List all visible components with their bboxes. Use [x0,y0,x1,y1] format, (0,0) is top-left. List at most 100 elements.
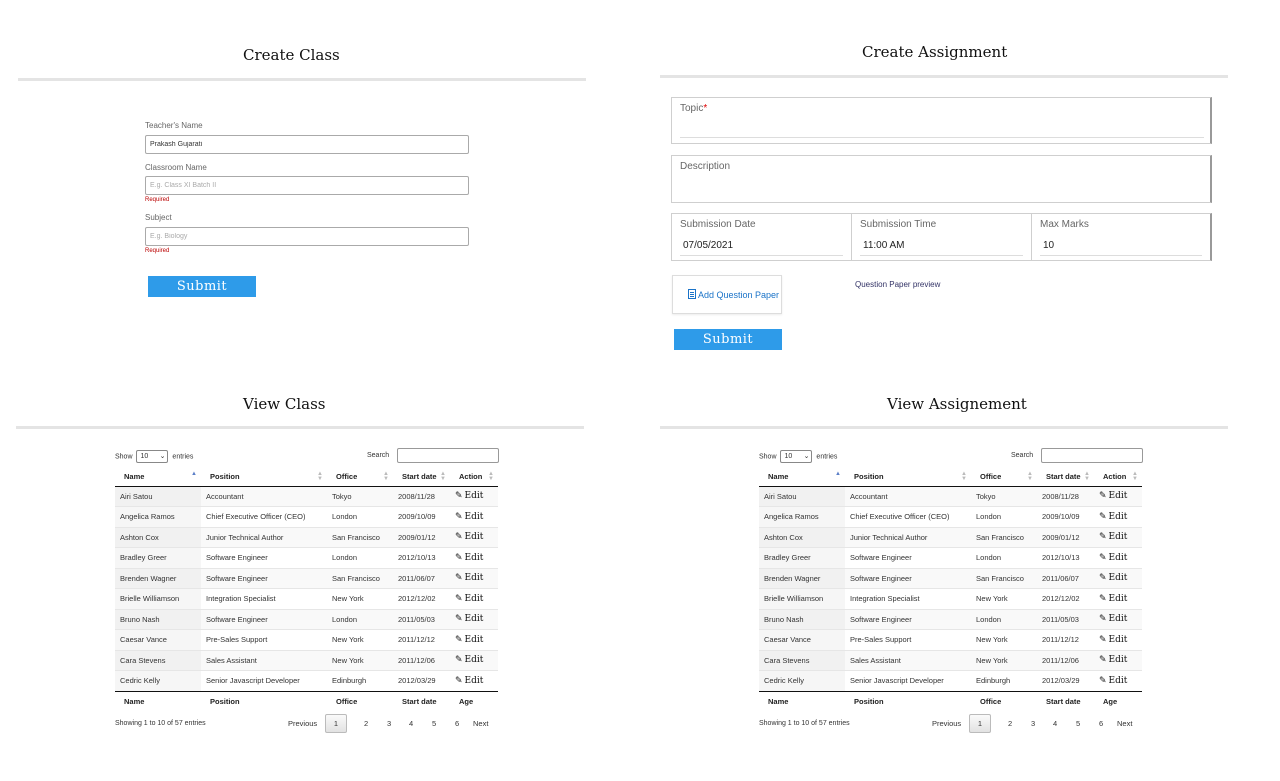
max-marks-value: 10 [1043,240,1055,251]
next-page-link[interactable]: Next [473,719,488,728]
pencil-icon: ✎ [1099,552,1107,563]
max-marks-field[interactable]: Max Marks 10 [1032,214,1210,260]
table-cell: Airi Satou [115,486,201,507]
previous-page-link[interactable]: Previous [932,719,961,728]
action-cell: ✎ Edit [1094,486,1142,507]
view-class-title: View Class [243,395,326,413]
search-label: Search [1011,452,1034,459]
edit-link[interactable]: ✎ Edit [1099,532,1127,542]
sort-arrows-icon: ▲ ▼ [1084,471,1090,482]
action-cell: ✎ Edit [450,547,498,568]
edit-link[interactable]: ✎ Edit [1099,594,1127,604]
description-field[interactable]: Description [671,155,1212,203]
submission-time-field[interactable]: Submission Time 11:00 AM [852,214,1032,260]
page-1-link[interactable]: 2 [1008,719,1012,728]
column-header[interactable]: Office ▲ ▼ [971,468,1037,487]
page-5-link[interactable]: 6 [455,719,459,728]
edit-link[interactable]: ✎ Edit [455,512,483,522]
page-0-link[interactable]: 1 [969,714,991,733]
submission-date-field[interactable]: Submission Date 07/05/2021 [672,214,852,260]
column-header[interactable]: Action ▲ ▼ [1094,468,1142,487]
submission-time-label: Submission Time [860,219,937,230]
column-header[interactable]: Position ▲ ▼ [845,468,971,487]
add-question-paper-button[interactable]: Add Question Paper [672,275,782,314]
entries-select[interactable]: 10 ⌄ [780,450,813,463]
edit-link[interactable]: ✎ Edit [455,676,483,686]
pencil-icon: ✎ [455,511,463,522]
edit-link[interactable]: ✎ Edit [455,532,483,542]
column-header[interactable]: Office ▲ ▼ [327,468,393,487]
subject-input[interactable] [145,227,469,246]
classroom-name-input[interactable] [145,176,469,195]
edit-label: Edit [464,511,484,522]
edit-link[interactable]: ✎ Edit [1099,573,1127,583]
edit-link[interactable]: ✎ Edit [1099,491,1127,501]
page-2-link[interactable]: 3 [387,719,391,728]
previous-page-link[interactable]: Previous [288,719,317,728]
edit-link[interactable]: ✎ Edit [455,491,483,501]
page-4-link[interactable]: 5 [1076,719,1080,728]
edit-link[interactable]: ✎ Edit [1099,676,1127,686]
teacher-name-input[interactable] [145,135,469,154]
search-input[interactable] [1041,448,1143,463]
column-header-label: Position [210,472,240,482]
pencil-icon: ✎ [455,593,463,604]
table-cell: 2011/12/06 [393,649,450,671]
action-cell: ✎ Edit [450,649,498,671]
page-0-link[interactable]: 1 [325,714,347,733]
column-header[interactable]: Name ▲ [759,468,845,487]
max-marks-underline [1040,255,1202,256]
edit-link[interactable]: ✎ Edit [1099,655,1127,665]
edit-link[interactable]: ✎ Edit [455,573,483,583]
footer-column-header: Age [1094,690,1142,712]
action-cell: ✎ Edit [1094,506,1142,527]
show-label: Show [115,453,133,461]
page-4-link[interactable]: 5 [432,719,436,728]
table-cell: Cedric Kelly [759,670,845,691]
pencil-icon: ✎ [1099,655,1107,666]
table-header-row: Name ▲ Position ▲ ▼ Office ▲ ▼ Start date ▲ ▼ Actio… [115,468,498,487]
edit-link[interactable]: ✎ Edit [455,553,483,563]
edit-link[interactable]: ✎ Edit [1099,635,1127,645]
edit-link[interactable]: ✎ Edit [1099,553,1127,563]
action-cell: ✎ Edit [450,629,498,650]
topic-field[interactable]: Topic* [671,97,1212,144]
table-footer-row: Name Position Office Start date Age [115,690,498,712]
page-1-link[interactable]: 2 [364,719,368,728]
edit-link[interactable]: ✎ Edit [455,614,483,624]
column-header[interactable]: Start date ▲ ▼ [393,468,450,487]
max-marks-label: Max Marks [1040,219,1089,230]
topic-label: Topic* [680,103,708,114]
create-assignment-submit-button[interactable]: Submit [674,329,782,350]
column-header[interactable]: Start date ▲ ▼ [1037,468,1094,487]
page-2-link[interactable]: 3 [1031,719,1035,728]
edit-link[interactable]: ✎ Edit [455,655,483,665]
column-header-label: Name [768,472,789,482]
table-cell: Bradley Greer [759,547,845,568]
edit-label: Edit [464,552,484,563]
table-cell: Integration Specialist [845,588,971,609]
edit-link[interactable]: ✎ Edit [1099,512,1127,522]
edit-link[interactable]: ✎ Edit [455,635,483,645]
entries-select[interactable]: 10 ⌄ [136,450,169,463]
table-cell: Caesar Vance [115,629,201,650]
column-header[interactable]: Action ▲ ▼ [450,468,498,487]
create-class-submit-button[interactable]: Submit [148,276,256,297]
table-cell: Edinburgh [971,670,1037,691]
page-3-link[interactable]: 4 [409,719,413,728]
page-5-link[interactable]: 6 [1099,719,1103,728]
table-cell: Accountant [850,491,888,501]
table-cell: 2012/10/13 [393,547,450,568]
edit-link[interactable]: ✎ Edit [1099,614,1127,624]
page-3-link[interactable]: 4 [1053,719,1057,728]
sort-arrows-icon: ▲ ▼ [1027,471,1033,482]
column-header[interactable]: Name ▲ [115,468,201,487]
question-paper-preview: Question Paper preview [855,280,941,289]
table-cell: Cara Stevens [759,649,845,671]
next-page-link[interactable]: Next [1117,719,1132,728]
column-header[interactable]: Position ▲ ▼ [201,468,327,487]
pencil-icon: ✎ [455,573,463,584]
edit-link[interactable]: ✎ Edit [455,594,483,604]
create-class-title: Create Class [243,46,340,64]
search-input[interactable] [397,448,499,463]
